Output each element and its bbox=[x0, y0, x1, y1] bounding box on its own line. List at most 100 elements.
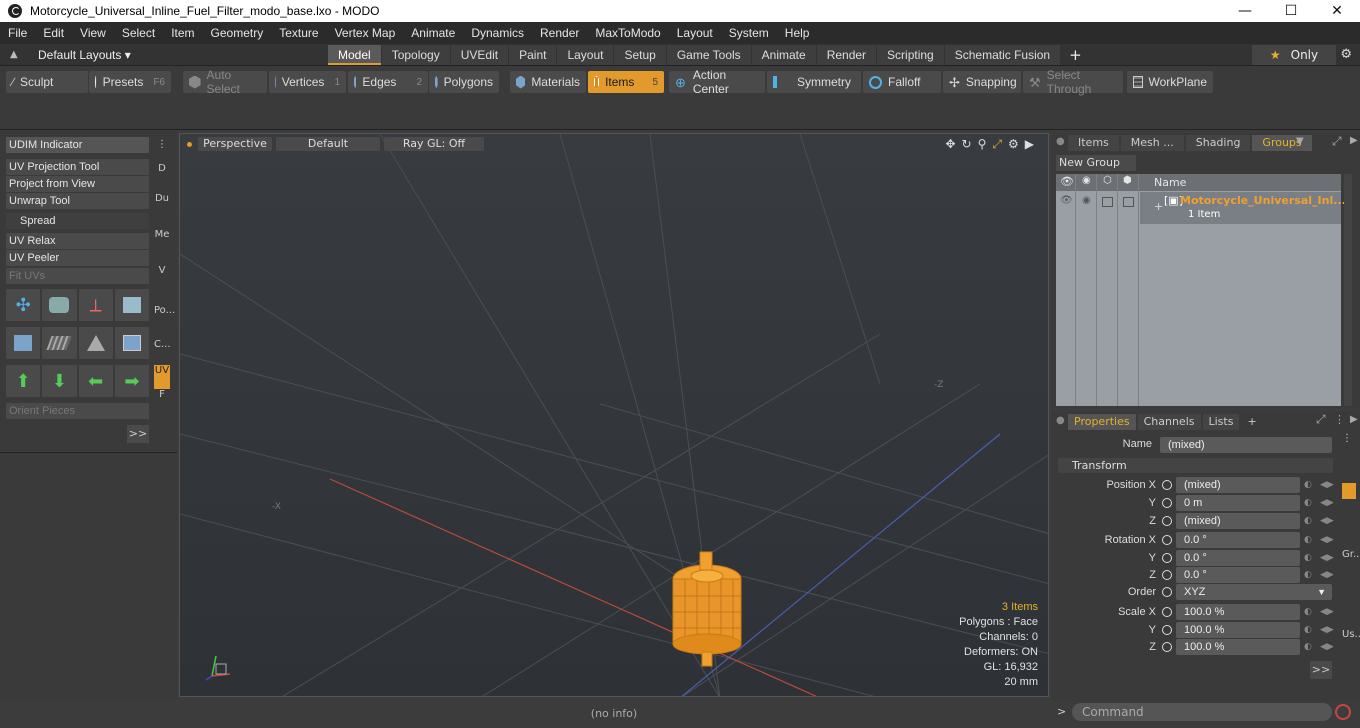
tab-render[interactable]: Render bbox=[816, 44, 877, 65]
uv-cylinder-icon[interactable] bbox=[42, 289, 77, 321]
new-group-button[interactable]: New Group bbox=[1056, 155, 1136, 171]
panel-dots-icon[interactable]: ● bbox=[1056, 415, 1065, 426]
row-render-icon[interactable]: ◉ bbox=[1082, 195, 1091, 206]
uv-relax-button[interactable]: UV Relax bbox=[6, 233, 149, 249]
tab-properties[interactable]: Properties bbox=[1068, 414, 1136, 430]
presets-button[interactable]: Presets F6 bbox=[89, 71, 171, 93]
uv-pyramid-icon[interactable] bbox=[78, 327, 113, 359]
position-x-anim-icon[interactable] bbox=[1162, 480, 1172, 490]
link-icon[interactable]: ◀▶ bbox=[1320, 607, 1334, 617]
tab-shading[interactable]: Shading bbox=[1185, 135, 1251, 151]
rotation-x-anim-icon[interactable] bbox=[1162, 535, 1172, 545]
add-properties-tab-button[interactable]: + bbox=[1241, 414, 1262, 430]
fit-uvs-button[interactable]: Fit UVs bbox=[6, 268, 149, 284]
menu-animate[interactable]: Animate bbox=[403, 26, 463, 40]
udim-indicator-button[interactable]: UDIM Indicator bbox=[6, 137, 149, 153]
viewport-settings-icon[interactable]: ⚙ bbox=[1008, 137, 1019, 152]
menu-geometry[interactable]: Geometry bbox=[203, 26, 272, 40]
project-from-view-button[interactable]: Project from View bbox=[6, 176, 149, 192]
panel-dots-icon[interactable]: ⋮ bbox=[1334, 413, 1345, 426]
symmetry-button[interactable]: Symmetry bbox=[767, 71, 861, 93]
tab-setup[interactable]: Setup bbox=[614, 44, 666, 65]
view-selector[interactable]: Perspective bbox=[198, 137, 272, 151]
unwrap-tool-button[interactable]: Unwrap Tool bbox=[6, 193, 149, 209]
arrow-right-icon[interactable]: ➡ bbox=[114, 365, 149, 397]
menu-layout[interactable]: Layout bbox=[669, 26, 721, 40]
maximize-viewport-icon[interactable]: ⤢ bbox=[992, 137, 1002, 152]
arrow-up-icon[interactable]: ⬆ bbox=[6, 365, 41, 397]
scale-z-field[interactable]: 100.0 % bbox=[1176, 639, 1300, 655]
link-icon[interactable]: ◀▶ bbox=[1320, 498, 1334, 508]
uv-box-icon[interactable] bbox=[114, 289, 149, 321]
row-select-box[interactable] bbox=[1123, 197, 1134, 207]
tab-animate[interactable]: Animate bbox=[751, 44, 816, 65]
sculpt-button[interactable]: ∕ Sculpt bbox=[6, 71, 88, 93]
rotation-z-anim-icon[interactable] bbox=[1162, 570, 1172, 580]
group-row[interactable]: + [▣] Motorcycle_Universal_Inl... 1 Item bbox=[1140, 192, 1346, 224]
rotation-y-field[interactable]: 0.0 ° bbox=[1176, 550, 1300, 566]
side-tab-active[interactable] bbox=[1342, 483, 1356, 499]
rotation-y-anim-icon[interactable] bbox=[1162, 553, 1172, 563]
groups-scrollbar[interactable] bbox=[1344, 174, 1352, 406]
tab-paint[interactable]: Paint bbox=[509, 44, 557, 65]
only-toggle[interactable]: ★ Only bbox=[1252, 45, 1336, 65]
key-icon[interactable]: ◐ bbox=[1304, 607, 1314, 617]
row-lock-box[interactable] bbox=[1102, 197, 1113, 207]
order-dropdown[interactable]: XYZ ▼ bbox=[1176, 584, 1332, 600]
menu-system[interactable]: System bbox=[721, 26, 777, 40]
uv-projection-button[interactable]: UV Projection Tool bbox=[6, 159, 149, 175]
edges-button[interactable]: Edges 2 bbox=[348, 71, 428, 93]
link-icon[interactable]: ◀▶ bbox=[1320, 516, 1334, 526]
uv-axis-icon[interactable]: ⟂ bbox=[78, 289, 113, 321]
menu-edit[interactable]: Edit bbox=[35, 26, 72, 40]
menu-render[interactable]: Render bbox=[532, 26, 587, 40]
row-eye-icon[interactable]: 👁 bbox=[1060, 195, 1073, 206]
menu-vertex-map[interactable]: Vertex Map bbox=[327, 26, 404, 40]
tab-uvedit[interactable]: UVEdit bbox=[450, 44, 509, 65]
tab-lists[interactable]: Lists bbox=[1202, 414, 1240, 430]
snapping-button[interactable]: ✢ Snapping bbox=[943, 71, 1021, 93]
tab-items[interactable]: Items bbox=[1068, 135, 1119, 151]
layout-collapse-icon[interactable]: ▲ bbox=[10, 49, 24, 60]
scale-x-field[interactable]: 100.0 % bbox=[1176, 604, 1300, 620]
menu-file[interactable]: File bbox=[0, 26, 35, 40]
falloff-button[interactable]: Falloff bbox=[863, 71, 941, 93]
layout-selector[interactable]: Default Layouts ▾ bbox=[38, 48, 328, 62]
side-tab-d[interactable]: D bbox=[154, 163, 170, 193]
tab-layout[interactable]: Layout bbox=[557, 44, 614, 65]
panel-expand-icon[interactable]: ⤢ bbox=[1332, 134, 1342, 149]
link-icon[interactable]: ◀▶ bbox=[1320, 535, 1334, 545]
tab-menu-icon[interactable]: ▼ bbox=[1296, 136, 1304, 147]
menu-texture[interactable]: Texture bbox=[271, 26, 326, 40]
uv-sphere-icon[interactable] bbox=[114, 327, 149, 359]
orient-pieces-button[interactable]: Orient Pieces bbox=[6, 403, 149, 419]
menu-dynamics[interactable]: Dynamics bbox=[463, 26, 532, 40]
rotation-x-field[interactable]: 0.0 ° bbox=[1176, 532, 1300, 548]
side-tab-uv[interactable]: UV bbox=[154, 365, 170, 389]
arrow-down-icon[interactable]: ⬇ bbox=[42, 365, 77, 397]
position-y-field[interactable]: 0 m bbox=[1176, 495, 1300, 511]
maximize-button[interactable]: ☐ bbox=[1268, 0, 1314, 22]
side-tab-me[interactable]: Me bbox=[154, 229, 170, 265]
more-properties-button[interactable]: >> bbox=[1310, 661, 1332, 679]
key-icon[interactable]: ◐ bbox=[1304, 570, 1314, 580]
tab-channels[interactable]: Channels bbox=[1137, 414, 1201, 430]
add-tab-button[interactable]: + bbox=[1061, 45, 1090, 65]
uv-move-icon[interactable]: ✣ bbox=[6, 289, 41, 321]
minimize-button[interactable]: — bbox=[1222, 0, 1268, 22]
stop-icon[interactable] bbox=[1335, 704, 1351, 720]
rotate-icon[interactable]: ↻ bbox=[962, 137, 972, 152]
auto-select-button[interactable]: Auto Select bbox=[183, 68, 267, 96]
tab-schematic-fusion[interactable]: Schematic Fusion bbox=[944, 44, 1061, 65]
expand-plus-icon[interactable]: + bbox=[1154, 200, 1163, 213]
expand-arrow-icon[interactable]: ▶ bbox=[1025, 137, 1034, 152]
order-anim-icon[interactable] bbox=[1162, 587, 1172, 597]
key-icon[interactable]: ◐ bbox=[1304, 625, 1314, 635]
more-tools-button[interactable]: >> bbox=[127, 425, 149, 443]
transform-section[interactable]: Transform bbox=[1058, 458, 1333, 473]
key-icon[interactable]: ◐ bbox=[1304, 553, 1314, 563]
scale-y-field[interactable]: 100.0 % bbox=[1176, 622, 1300, 638]
fuel-filter-model[interactable] bbox=[672, 551, 742, 667]
action-center-button[interactable]: ⊕ Action Center bbox=[669, 68, 765, 96]
pan-icon[interactable]: ✥ bbox=[945, 137, 955, 152]
